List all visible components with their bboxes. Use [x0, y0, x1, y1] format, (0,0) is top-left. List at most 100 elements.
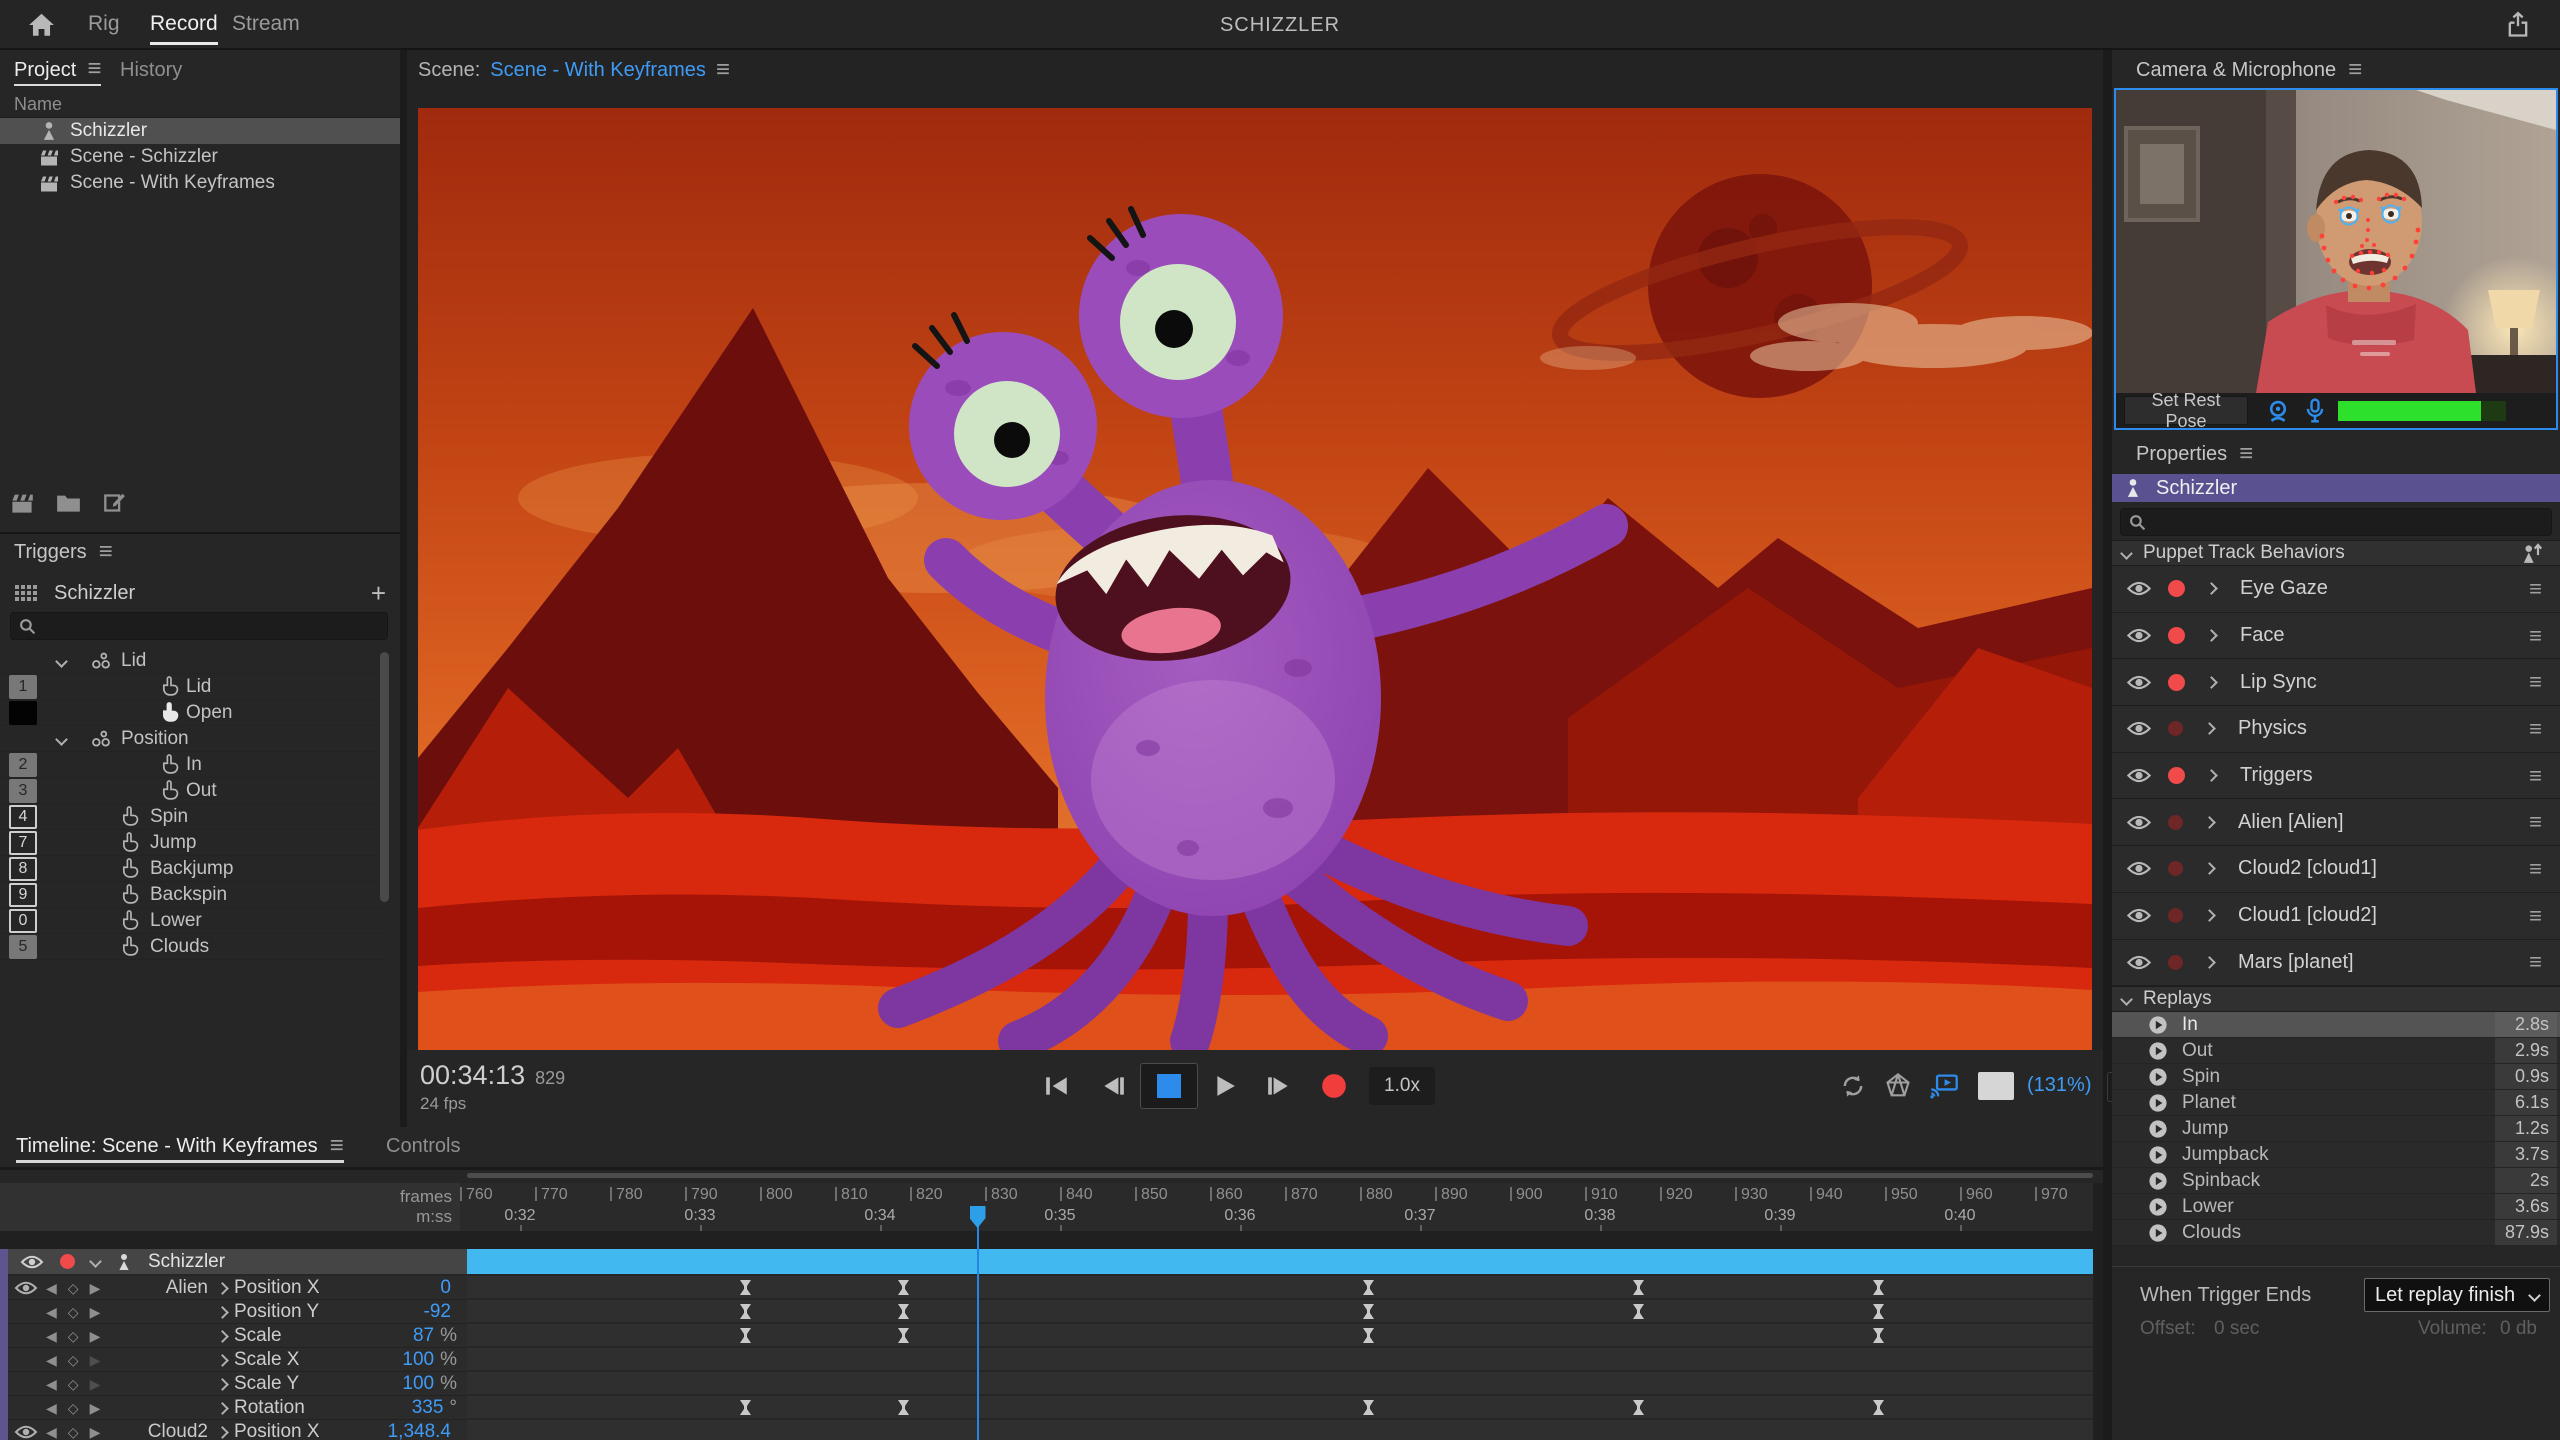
- take-bar[interactable]: [467, 1249, 2093, 1274]
- record-button[interactable]: [1312, 1064, 1356, 1108]
- tab-project[interactable]: Project ≡: [14, 50, 102, 90]
- chevron-right-icon[interactable]: [216, 1282, 229, 1295]
- keyframe-marker[interactable]: [1362, 1303, 1375, 1320]
- triggers-scrollbar[interactable]: [380, 652, 389, 902]
- timecode[interactable]: 00:34:13 829: [420, 1060, 565, 1091]
- behavior-row[interactable]: Triggers ≡: [2112, 752, 2560, 800]
- chevron-right-icon[interactable]: [216, 1330, 229, 1343]
- arm-for-record-dot[interactable]: [2168, 908, 2183, 924]
- arm-for-record-dot[interactable]: [2168, 814, 2183, 830]
- replay-row[interactable]: Jump 1.2s: [2112, 1116, 2560, 1142]
- behavior-menu-icon[interactable]: ≡: [2529, 717, 2542, 740]
- prev-keyframe-button[interactable]: ◀: [46, 1400, 57, 1417]
- eye-icon[interactable]: [2126, 907, 2152, 924]
- keyframe-marker[interactable]: [1362, 1279, 1375, 1296]
- eye-icon[interactable]: [14, 1280, 38, 1296]
- when-trigger-ends-select[interactable]: Let replay finish: [2364, 1278, 2550, 1312]
- trigger-row[interactable]: 7 Jump: [0, 830, 388, 856]
- playback-speed-button[interactable]: 1.0x: [1369, 1067, 1435, 1105]
- keyframe-lane-row[interactable]: [467, 1276, 2093, 1300]
- behavior-menu-icon[interactable]: ≡: [2529, 624, 2542, 647]
- zoom-level[interactable]: (131%): [2027, 1074, 2091, 1097]
- next-keyframe-button[interactable]: ▶: [90, 1328, 101, 1345]
- property-row[interactable]: ◀ ◇ ▶ Position Y -92: [8, 1300, 467, 1324]
- eye-icon[interactable]: [14, 1424, 38, 1440]
- replay-row[interactable]: Planet 6.1s: [2112, 1090, 2560, 1116]
- property-value[interactable]: 1,348.4: [388, 1420, 457, 1440]
- camera-panel-menu-icon[interactable]: ≡: [2348, 58, 2362, 82]
- step-forward-button[interactable]: [1257, 1064, 1301, 1108]
- replay-play-icon[interactable]: [2148, 1145, 2168, 1165]
- chevron-right-icon[interactable]: [2203, 909, 2216, 923]
- add-behavior-icon[interactable]: [2520, 542, 2544, 564]
- stop-button[interactable]: [1140, 1063, 1198, 1109]
- record-arm-dot[interactable]: [60, 1254, 75, 1269]
- keyframe-lane[interactable]: [467, 1249, 2093, 1440]
- add-keyframe-button[interactable]: ◇: [68, 1328, 79, 1345]
- behavior-menu-icon[interactable]: ≡: [2529, 857, 2542, 880]
- replay-play-icon[interactable]: [2148, 1119, 2168, 1139]
- tab-timeline[interactable]: Timeline: Scene - With Keyframes ≡: [16, 1127, 344, 1165]
- property-row[interactable]: ◀ ◇ ▶ Scale 87%: [8, 1324, 467, 1348]
- behavior-menu-icon[interactable]: ≡: [2529, 811, 2542, 833]
- add-keyframe-button[interactable]: ◇: [68, 1352, 79, 1369]
- set-rest-pose-button[interactable]: Set Rest Pose: [2124, 390, 2248, 431]
- trigger-row[interactable]: 3 Out: [0, 778, 388, 804]
- replay-row[interactable]: Out 2.9s: [2112, 1038, 2560, 1064]
- prev-keyframe-button[interactable]: ◀: [46, 1424, 57, 1440]
- trigger-row[interactable]: 9 Backspin: [0, 882, 388, 908]
- keyframe-marker[interactable]: [897, 1279, 910, 1296]
- step-back-button[interactable]: [1091, 1064, 1135, 1108]
- share-icon[interactable]: [2504, 11, 2532, 39]
- replay-play-icon[interactable]: [2148, 1067, 2168, 1087]
- chevron-right-icon[interactable]: [2203, 955, 2216, 969]
- project-item[interactable]: Scene - Schizzler: [0, 144, 400, 170]
- keyframe-marker[interactable]: [1362, 1399, 1375, 1416]
- property-row[interactable]: ◀ ◇ ▶ Alien Position X 0: [8, 1276, 467, 1300]
- keyframe-marker[interactable]: [1362, 1327, 1375, 1344]
- replay-row[interactable]: Spin 0.9s: [2112, 1064, 2560, 1090]
- chevron-right-icon[interactable]: [216, 1426, 229, 1439]
- eye-icon[interactable]: [2126, 814, 2152, 831]
- chevron-right-icon[interactable]: [216, 1306, 229, 1319]
- column-header-name[interactable]: Name: [0, 90, 400, 118]
- keyframe-lane-row[interactable]: [467, 1300, 2093, 1324]
- eye-icon[interactable]: [2126, 860, 2152, 877]
- replay-play-icon[interactable]: [2148, 1015, 2168, 1035]
- behavior-row[interactable]: Lip Sync ≡: [2112, 659, 2560, 707]
- keyframe-lane-row[interactable]: [467, 1372, 2093, 1396]
- webcam-icon[interactable]: [2266, 399, 2290, 423]
- chevron-down-icon[interactable]: [55, 732, 68, 746]
- keyframe-marker[interactable]: [1632, 1279, 1645, 1296]
- property-value[interactable]: 0: [440, 1276, 457, 1300]
- arm-for-record-dot[interactable]: [2168, 861, 2183, 877]
- behavior-row[interactable]: Eye Gaze ≡: [2112, 566, 2560, 613]
- replay-play-icon[interactable]: [2148, 1197, 2168, 1217]
- arm-for-record-dot[interactable]: [2168, 767, 2185, 785]
- trigger-row[interactable]: 4 Spin: [0, 804, 388, 830]
- next-keyframe-button[interactable]: ▶: [90, 1376, 101, 1393]
- prev-keyframe-button[interactable]: ◀: [46, 1304, 57, 1321]
- track-header-row[interactable]: Schizzler: [8, 1249, 467, 1274]
- prev-keyframe-button[interactable]: ◀: [46, 1280, 57, 1297]
- timeline-scrollbar[interactable]: [467, 1173, 2093, 1178]
- keyframe-marker[interactable]: [1872, 1279, 1885, 1296]
- keyframe-marker[interactable]: [1632, 1303, 1645, 1320]
- new-scene-icon[interactable]: [10, 492, 34, 514]
- loop-icon[interactable]: [1831, 1064, 1875, 1108]
- chevron-right-icon[interactable]: [2203, 722, 2216, 736]
- chevron-right-icon[interactable]: [2205, 629, 2218, 642]
- stream-cast-icon[interactable]: [1922, 1064, 1966, 1108]
- next-keyframe-button[interactable]: ▶: [90, 1280, 101, 1297]
- chevron-right-icon[interactable]: [2205, 769, 2218, 782]
- selected-puppet-bar[interactable]: Schizzler: [2112, 474, 2560, 502]
- properties-panel-menu-icon[interactable]: ≡: [2239, 442, 2253, 466]
- replay-row[interactable]: In 2.8s: [2112, 1012, 2560, 1038]
- new-item-icon[interactable]: [103, 492, 126, 514]
- property-value[interactable]: 100%: [402, 1372, 457, 1396]
- keyframe-marker[interactable]: [1872, 1327, 1885, 1344]
- next-keyframe-button[interactable]: ▶: [90, 1424, 101, 1440]
- trigger-row[interactable]: Open: [0, 700, 388, 726]
- chevron-right-icon[interactable]: [216, 1354, 229, 1367]
- behavior-row[interactable]: Alien [Alien] ≡: [2112, 799, 2560, 847]
